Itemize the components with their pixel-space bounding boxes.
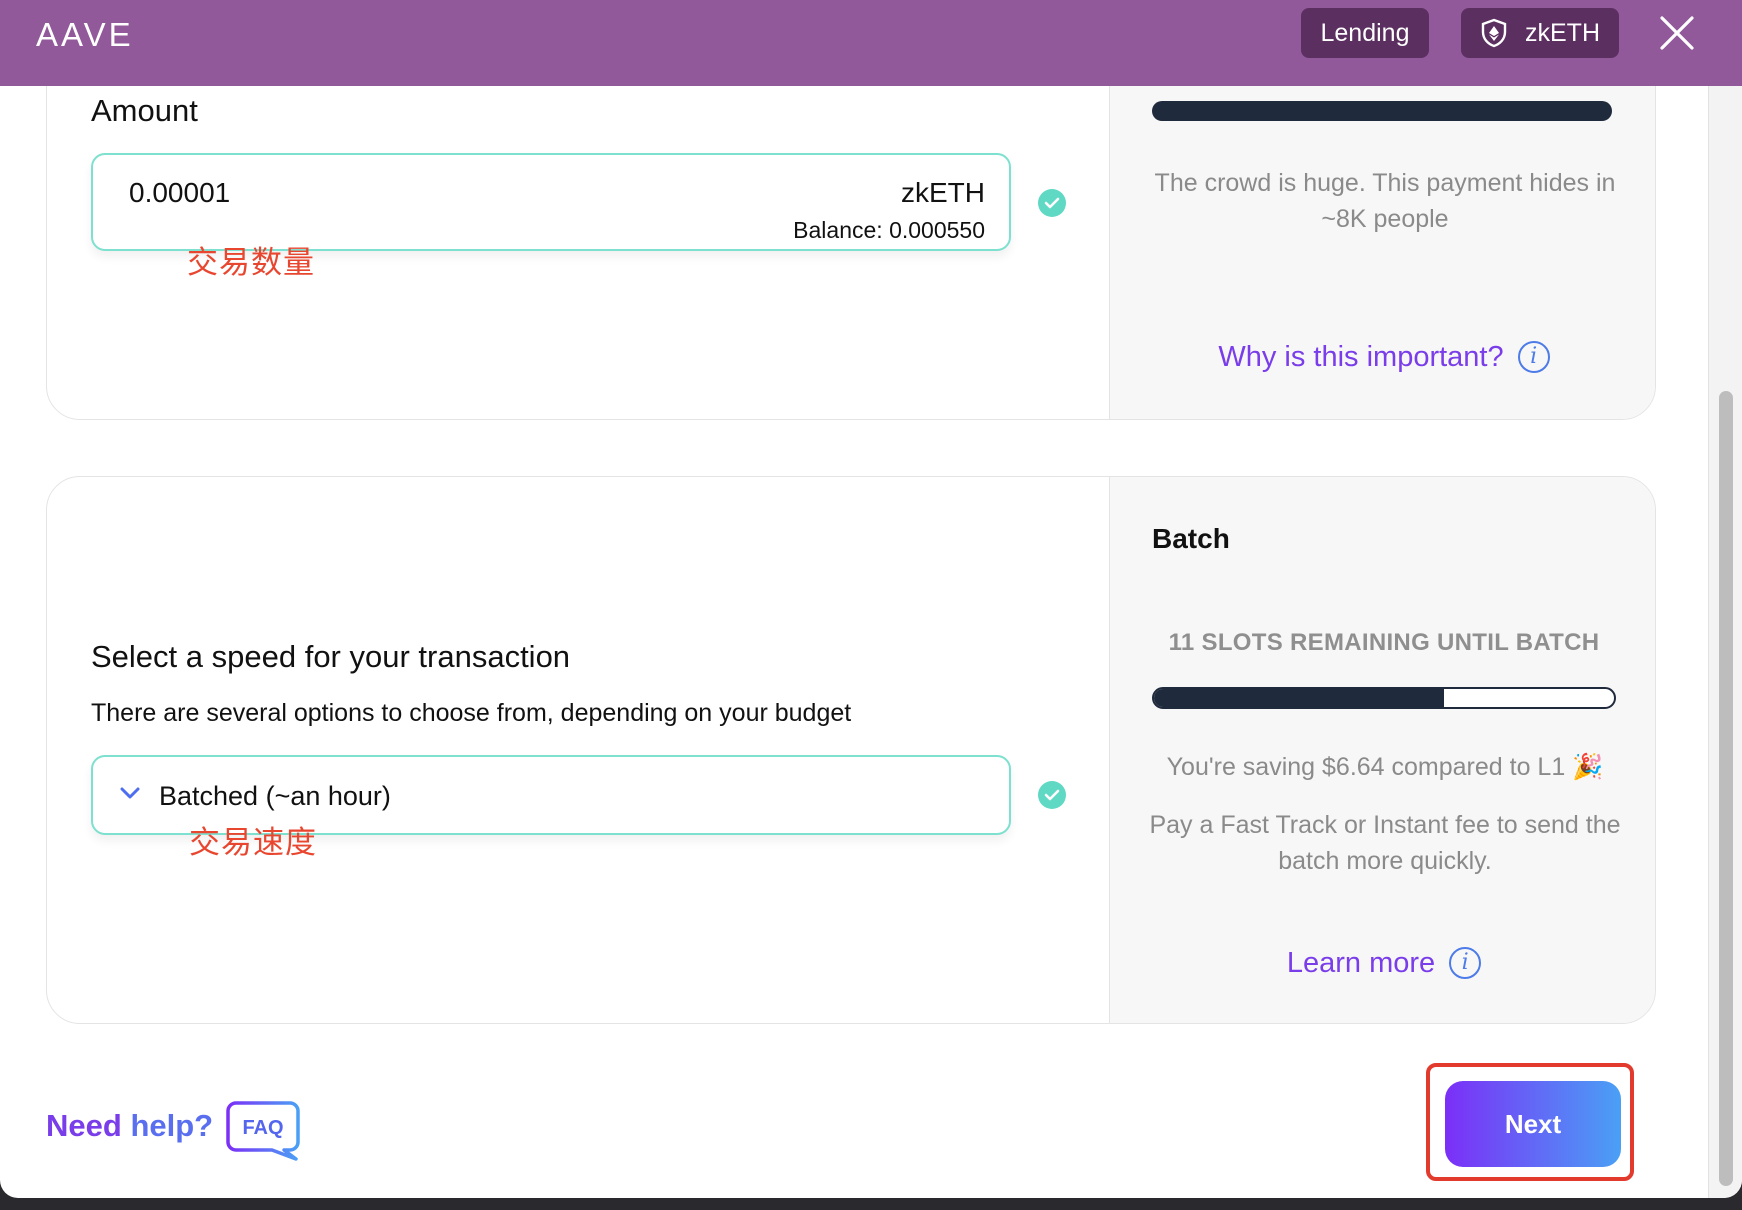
info-icon[interactable]: i	[1517, 341, 1550, 373]
speed-annotation: 交易速度	[189, 825, 317, 860]
amount-check-icon	[1038, 189, 1066, 217]
batch-panel: Batch 11 SLOTS REMAINING UNTIL BATCH You…	[1109, 477, 1655, 1023]
why-important-link[interactable]: Why is this important? i	[1110, 341, 1655, 374]
speed-check-icon	[1038, 781, 1066, 809]
privacy-text: The crowd is huge. This payment hides in…	[1154, 169, 1616, 233]
why-important-label[interactable]: Why is this important?	[1218, 341, 1503, 373]
amount-unit: zkETH	[901, 177, 985, 208]
info-icon[interactable]: i	[1449, 947, 1482, 979]
token-label: zkETH	[1525, 19, 1600, 47]
amount-card: Amount 0.00001 zkETH Balance: 0.000550 交…	[46, 40, 1656, 420]
speed-card: Select a speed for your transaction Ther…	[46, 476, 1656, 1024]
token-selector-button[interactable]: zkETH	[1461, 8, 1619, 58]
help-need-text[interactable]: Need	[46, 1108, 122, 1143]
aave-logo: AAVE	[36, 16, 134, 53]
batch-title: Batch	[1152, 523, 1230, 554]
close-icon[interactable]	[1658, 14, 1696, 52]
top-bar: AAVE Lending zkETH	[0, 0, 1742, 86]
lending-button[interactable]: Lending	[1301, 8, 1429, 58]
need-help-link[interactable]: Need help?	[46, 1108, 213, 1144]
speed-title: Select a speed for your transaction	[91, 639, 571, 674]
batch-progress-fill	[1154, 689, 1444, 707]
fee-text: Pay a Fast Track or Instant fee to send …	[1149, 811, 1621, 875]
learn-more-label[interactable]: Learn more	[1287, 947, 1435, 979]
privacy-bar	[1152, 101, 1612, 121]
next-button[interactable]: Next	[1445, 1081, 1621, 1167]
app-window: AAVE Lending zkETH Amount 0.00001 zkETH …	[0, 0, 1742, 1198]
saving-text: You're saving $6.64 compared to L1 🎉	[1166, 753, 1604, 781]
selected-speed[interactable]: Batched (~an hour)	[159, 781, 391, 812]
amount-annotation: 交易数量	[187, 245, 315, 280]
amount-value[interactable]: 0.00001	[129, 177, 230, 209]
help-word-text[interactable]: help?	[130, 1108, 213, 1143]
learn-more-link[interactable]: Learn more i	[1110, 947, 1655, 980]
svg-text:FAQ: FAQ	[242, 1117, 283, 1139]
slots-remaining: 11 SLOTS REMAINING UNTIL BATCH	[1168, 629, 1600, 656]
shield-eth-icon	[1481, 18, 1507, 48]
batch-progress-bar	[1152, 687, 1616, 709]
privacy-panel: The crowd is huge. This payment hides in…	[1109, 41, 1655, 419]
scroll-thumb[interactable]	[1719, 391, 1733, 1186]
faq-icon[interactable]: FAQ	[226, 1100, 302, 1162]
amount-title: Amount	[91, 93, 198, 128]
balance-text: Balance: 0.000550	[793, 217, 985, 243]
scrollbar[interactable]	[1708, 86, 1742, 1198]
speed-description: There are several options to choose from…	[91, 699, 852, 727]
chevron-down-icon[interactable]	[119, 785, 141, 801]
